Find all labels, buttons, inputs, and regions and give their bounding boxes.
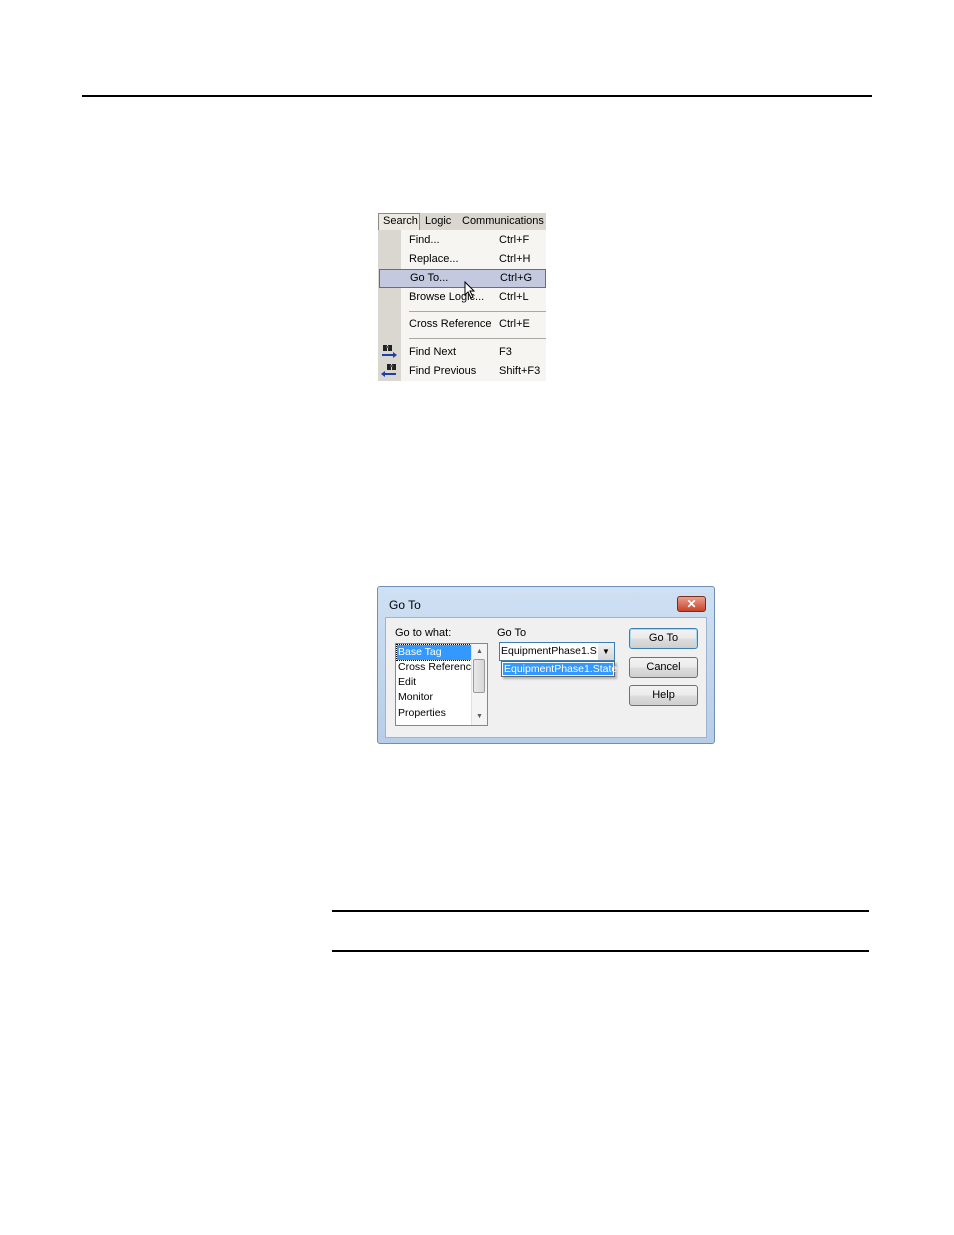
close-icon[interactable]: ✕ (677, 596, 706, 612)
menu-communications[interactable]: Communications (458, 213, 548, 230)
menu-item-browse-logic[interactable]: Browse Logic... Ctrl+L (378, 288, 546, 307)
menu-item-find[interactable]: Find... Ctrl+F (378, 231, 546, 250)
menu-item-go-to[interactable]: Go To... Ctrl+G (379, 269, 546, 288)
go-to-label: Go To (497, 627, 527, 639)
list-item[interactable]: Monitor (397, 690, 471, 705)
menu-bar: Search Logic Communications (378, 213, 546, 230)
menu-item-shortcut: F3 (499, 346, 512, 358)
go-to-what-label: Go to what: (395, 627, 452, 639)
help-button[interactable]: Help (629, 685, 698, 706)
go-to-dialog: Go To ✕ Go to what: Base Tag Cross Refer… (377, 586, 715, 744)
menu-item-cross-reference[interactable]: Cross Reference Ctrl+E (378, 315, 546, 334)
list-item[interactable]: Cross Reference (397, 660, 477, 675)
menu-item-label: Cross Reference (409, 318, 492, 330)
menu-item-shortcut: Shift+F3 (499, 365, 541, 377)
mouse-pointer-icon (464, 280, 478, 299)
dialog-body: Go to what: Base Tag Cross Reference Edi… (385, 617, 707, 738)
list-item[interactable]: Edit (397, 675, 471, 690)
combobox-value: EquipmentPhase1.Sta (501, 644, 597, 659)
menu-item-shortcut: Ctrl+F (499, 234, 530, 246)
scroll-thumb[interactable] (473, 659, 485, 693)
list-scrollbar[interactable]: ▲ ▼ (471, 644, 487, 725)
go-to-button[interactable]: Go To (629, 628, 698, 649)
scroll-up-icon[interactable]: ▲ (472, 645, 487, 659)
cancel-button[interactable]: Cancel (629, 657, 698, 678)
menu-item-label: Find Previous (409, 365, 477, 377)
menu-item-label: Find... (409, 234, 440, 246)
combobox-dropdown: EquipmentPhase1.State (501, 661, 617, 677)
menu-item-find-next[interactable]: Find Next F3 (378, 343, 546, 362)
search-menu-figure: Search Logic Communications Find... Ctrl… (378, 213, 546, 381)
binoculars-forward-icon (380, 344, 398, 361)
menu-item-shortcut: Ctrl+G (500, 272, 533, 284)
binoculars-back-icon (380, 363, 398, 380)
menu-item-label: Go To... (410, 272, 449, 284)
menu-item-label: Find Next (409, 346, 457, 358)
menu-item-find-previous[interactable]: Find Previous Shift+F3 (378, 362, 546, 381)
menu-search[interactable]: Search (378, 213, 420, 230)
dropdown-option[interactable]: EquipmentPhase1.State (503, 663, 617, 675)
menu-item-replace[interactable]: Replace... Ctrl+H (378, 250, 546, 269)
header-rule (82, 95, 872, 97)
menu-item-label: Replace... (409, 253, 459, 265)
go-to-combobox[interactable]: EquipmentPhase1.Sta ▼ (499, 642, 615, 661)
menu-separator (409, 311, 546, 312)
menu-item-shortcut: Ctrl+L (499, 291, 529, 303)
list-item[interactable]: Properties (397, 706, 471, 721)
table-rule-top (332, 910, 869, 912)
menu-separator (409, 338, 546, 339)
chevron-down-icon[interactable]: ▼ (598, 643, 614, 660)
search-dropdown: Find... Ctrl+F Replace... Ctrl+H Go To..… (378, 230, 546, 381)
menu-item-shortcut: Ctrl+E (499, 318, 530, 330)
go-to-what-list[interactable]: Base Tag Cross Reference Edit Monitor Pr… (395, 643, 488, 726)
table-rule-bottom (332, 950, 869, 952)
scroll-down-icon[interactable]: ▼ (472, 710, 487, 724)
menu-item-shortcut: Ctrl+H (499, 253, 531, 265)
menu-logic[interactable]: Logic (421, 213, 455, 230)
dialog-title: Go To (389, 598, 421, 612)
list-item[interactable]: Base Tag (396, 644, 472, 661)
